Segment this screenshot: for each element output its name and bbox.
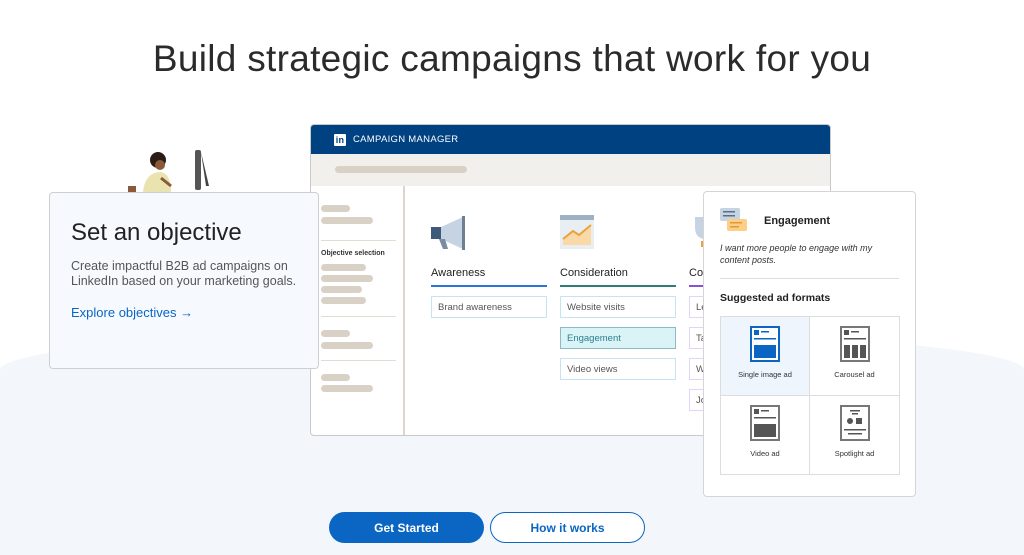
campaign-manager-header: in CAMPAIGN MANAGER — [311, 125, 830, 154]
chat-bubbles-icon — [720, 208, 747, 231]
column-title: Consideration — [560, 267, 676, 287]
format-single-image-ad[interactable]: Single image ad — [721, 317, 810, 396]
person-at-computer-illustration — [128, 150, 209, 192]
objective-title: Set an objective — [71, 219, 242, 246]
option-engagement[interactable]: Engagement — [560, 327, 676, 349]
option-website-visits[interactable]: Website visits — [560, 296, 676, 318]
explore-objectives-link[interactable]: Explore objectives → — [71, 305, 297, 320]
format-label: Video ad — [750, 449, 780, 458]
growth-chart-icon — [560, 215, 676, 255]
format-spotlight-ad[interactable]: Spotlight ad — [810, 396, 899, 474]
option-brand-awareness[interactable]: Brand awareness — [431, 296, 547, 318]
how-it-works-button[interactable]: How it works — [490, 512, 645, 543]
option-video-views[interactable]: Video views — [560, 358, 676, 380]
sidebar: Objective selection — [311, 186, 405, 435]
page-title: Build strategic campaigns that work for … — [152, 38, 872, 79]
column-title: Awareness — [431, 267, 547, 287]
toolbar-placeholder — [311, 154, 830, 186]
objective-description: Create impactful B2B ad campaigns on Lin… — [71, 259, 297, 288]
engagement-panel: Engagement I want more people to engage … — [703, 191, 916, 497]
video-ad-icon — [750, 405, 780, 441]
linkedin-logo-icon: in — [334, 133, 346, 146]
ad-format-grid: Single image ad Carousel ad Video ad Spo… — [720, 316, 900, 475]
spotlight-ad-icon — [839, 405, 870, 441]
format-video-ad[interactable]: Video ad — [721, 396, 810, 474]
engagement-title: Engagement — [764, 215, 831, 227]
format-label: Carousel ad — [834, 370, 875, 379]
objective-column-awareness: Awareness Brand awareness — [431, 215, 547, 318]
carousel-ad-icon — [839, 326, 870, 362]
format-carousel-ad[interactable]: Carousel ad — [810, 317, 899, 396]
format-label: Single image ad — [738, 370, 792, 379]
suggested-formats-label: Suggested ad formats — [720, 292, 831, 304]
campaign-manager-title: CAMPAIGN MANAGER — [353, 134, 459, 145]
single-image-ad-icon — [750, 326, 780, 362]
megaphone-icon — [431, 215, 547, 255]
get-started-button[interactable]: Get Started — [329, 512, 484, 543]
format-label: Spotlight ad — [834, 449, 875, 458]
objective-card: Set an objective Create impactful B2B ad… — [49, 192, 319, 369]
objective-column-consideration: Consideration Website visits Engagement … — [560, 215, 676, 380]
sidebar-label: Objective selection — [321, 250, 385, 257]
engagement-description: I want more people to engage with my con… — [720, 242, 899, 279]
